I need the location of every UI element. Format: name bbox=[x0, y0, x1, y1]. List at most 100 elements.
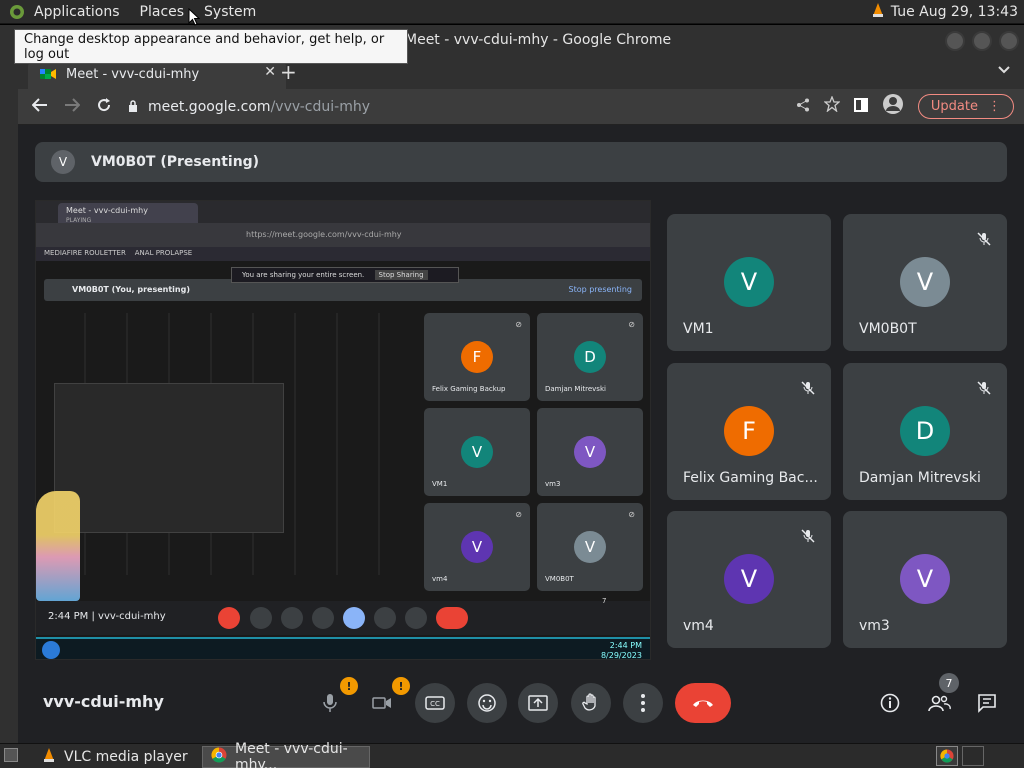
participant-tile-vm0b0t[interactable]: V VM0B0T bbox=[843, 214, 1007, 351]
ss-tile-4: V vm3 bbox=[537, 408, 643, 496]
participant-avatar: V bbox=[724, 257, 774, 307]
tab-search-chevron-icon[interactable] bbox=[998, 63, 1010, 78]
ss-share-notice-text: You are sharing your entire screen. bbox=[242, 271, 365, 279]
show-desktop-icon[interactable] bbox=[4, 748, 18, 762]
ss-share-notice: You are sharing your entire screen. Stop… bbox=[231, 267, 459, 283]
vlc-tray-icon[interactable] bbox=[871, 2, 885, 22]
taskbar-item-chrome[interactable]: Meet - vvv-cdui-mhy... bbox=[202, 741, 370, 768]
window-frame-left bbox=[0, 57, 18, 743]
menu-applications[interactable]: Applications bbox=[34, 4, 120, 20]
participant-avatar: D bbox=[900, 406, 950, 456]
ss-bookmarks-bar: MEDIAFIRE ROULETTER ANAL PROLAPSE bbox=[36, 247, 650, 261]
menu-places[interactable]: Places bbox=[140, 4, 185, 20]
meeting-details-info-icon[interactable] bbox=[875, 688, 905, 718]
camera-button[interactable]: ! bbox=[362, 677, 410, 723]
ss-cc-button bbox=[281, 607, 303, 629]
participant-tile-vm3[interactable]: V vm3 bbox=[843, 511, 1007, 648]
present-screen-button[interactable] bbox=[518, 683, 558, 723]
people-icon[interactable] bbox=[924, 688, 954, 718]
address-bar[interactable]: meet.google.com/vvv-cdui-mhy bbox=[128, 93, 848, 121]
side-panel-icon[interactable] bbox=[853, 97, 868, 116]
back-button[interactable] bbox=[31, 97, 48, 118]
more-options-button[interactable] bbox=[623, 683, 663, 723]
update-label: Update bbox=[930, 98, 978, 114]
more-vert-icon[interactable]: ⋮ bbox=[988, 99, 1001, 114]
bookmark-star-icon[interactable] bbox=[823, 95, 841, 116]
participant-avatar: V bbox=[900, 554, 950, 604]
ss-mic-off-icon: ⊘ bbox=[515, 510, 522, 519]
clock[interactable]: Tue Aug 29, 13:43 bbox=[891, 4, 1018, 20]
ss-hand-button bbox=[374, 607, 396, 629]
workspace-switcher-icon[interactable] bbox=[936, 746, 958, 766]
participant-avatar: V bbox=[724, 554, 774, 604]
meet-control-bar: vvv-cdui-mhy ! ! CC 7 bbox=[18, 673, 1024, 743]
forward-button[interactable] bbox=[64, 97, 81, 118]
vlc-icon bbox=[42, 747, 56, 767]
ss-more-button bbox=[405, 607, 427, 629]
participant-tile-vm4[interactable]: V vm4 bbox=[667, 511, 831, 648]
browser-toolbar: meet.google.com/vvv-cdui-mhy Update ⋮ bbox=[18, 89, 1024, 125]
ss-stop-sharing: Stop Sharing bbox=[374, 270, 428, 280]
raise-hand-button[interactable] bbox=[571, 683, 611, 723]
ss-tile-name: Felix Gaming Backup bbox=[432, 385, 506, 393]
chat-icon[interactable] bbox=[972, 688, 1002, 718]
emoji-reaction-button[interactable] bbox=[467, 683, 507, 723]
participant-tile-vm1[interactable]: V VM1 bbox=[667, 214, 831, 351]
mic-off-icon bbox=[797, 525, 819, 547]
minimize-button[interactable] bbox=[945, 31, 965, 51]
close-window-button[interactable] bbox=[999, 31, 1019, 51]
leave-call-button[interactable] bbox=[675, 683, 731, 723]
menu-system[interactable]: System bbox=[204, 4, 256, 20]
ss-tile-avatar: V bbox=[461, 436, 493, 468]
ss-tile-6: ⊘ V VM0B0T bbox=[537, 503, 643, 591]
taskbar-item-vlc[interactable]: VLC media player bbox=[34, 746, 200, 768]
ss-hangup-button bbox=[436, 607, 468, 629]
shared-screen[interactable]: Meet - vvv-cdui-mhy PLAYING https://meet… bbox=[35, 200, 651, 660]
workspace-2[interactable] bbox=[962, 746, 984, 766]
taskbar-item-label: VLC media player bbox=[64, 749, 188, 765]
ss-tile-1: ⊘ F Felix Gaming Backup bbox=[424, 313, 530, 401]
meet-stage: V VM0B0T (Presenting) Meet - vvv-cdui-mh… bbox=[18, 125, 1024, 743]
profile-avatar-icon[interactable] bbox=[882, 93, 904, 119]
participant-tile-felix[interactable]: F Felix Gaming Bac... bbox=[667, 363, 831, 500]
ss-present-button bbox=[343, 607, 365, 629]
captions-button[interactable]: CC bbox=[415, 683, 455, 723]
ss-tile-avatar: V bbox=[574, 531, 606, 563]
participant-tile-damjan[interactable]: D Damjan Mitrevski bbox=[843, 363, 1007, 500]
mic-off-icon bbox=[973, 228, 995, 250]
ss-cam-button bbox=[250, 607, 272, 629]
url-host: meet.google.com bbox=[148, 99, 271, 115]
camera-warning-badge: ! bbox=[392, 677, 410, 695]
close-tab-icon[interactable]: ✕ bbox=[264, 64, 276, 80]
gnome-foot-icon[interactable] bbox=[6, 1, 28, 23]
ss-start-orb-icon bbox=[42, 641, 60, 659]
participant-avatar: F bbox=[724, 406, 774, 456]
reload-button[interactable] bbox=[96, 97, 112, 118]
ss-emoji-button bbox=[312, 607, 334, 629]
ss-clock-date: 8/29/2023 bbox=[600, 651, 642, 660]
ss-tile-avatar: V bbox=[574, 436, 606, 468]
mic-off-icon bbox=[797, 377, 819, 399]
ss-tile-avatar: V bbox=[461, 531, 493, 563]
maximize-button[interactable] bbox=[972, 31, 992, 51]
ss-taskbar: 2:44 PM 8/29/2023 bbox=[36, 637, 650, 660]
mic-warning-badge: ! bbox=[340, 677, 358, 695]
ss-tile-name: vm4 bbox=[432, 575, 448, 583]
mic-button[interactable]: ! bbox=[310, 677, 358, 723]
lock-icon[interactable] bbox=[128, 99, 138, 115]
ss-url-bar: https://meet.google.com/vvv-cdui-mhy bbox=[36, 223, 650, 247]
tab-title: Meet - vvv-cdui-mhy bbox=[66, 66, 200, 82]
participant-name: Felix Gaming Bac... bbox=[683, 470, 818, 486]
ss-tile-avatar: D bbox=[574, 341, 606, 373]
meeting-code: vvv-cdui-mhy bbox=[43, 692, 164, 711]
participant-name: vm3 bbox=[859, 618, 890, 634]
update-button[interactable]: Update ⋮ bbox=[917, 93, 1014, 119]
bottom-taskbar: VLC media player Meet - vvv-cdui-mhy... bbox=[0, 741, 1024, 768]
participant-name: VM1 bbox=[683, 321, 714, 337]
share-icon[interactable] bbox=[796, 97, 810, 116]
ss-mic-off-icon: ⊘ bbox=[515, 320, 522, 329]
window-title: Meet - vvv-cdui-mhy - Google Chrome bbox=[405, 32, 672, 48]
ss-present-label: VM0B0T (You, presenting) bbox=[72, 285, 190, 294]
ss-clock-time: 2:44 PM bbox=[609, 641, 642, 650]
ss-stop-presenting: Stop presenting bbox=[568, 285, 632, 294]
